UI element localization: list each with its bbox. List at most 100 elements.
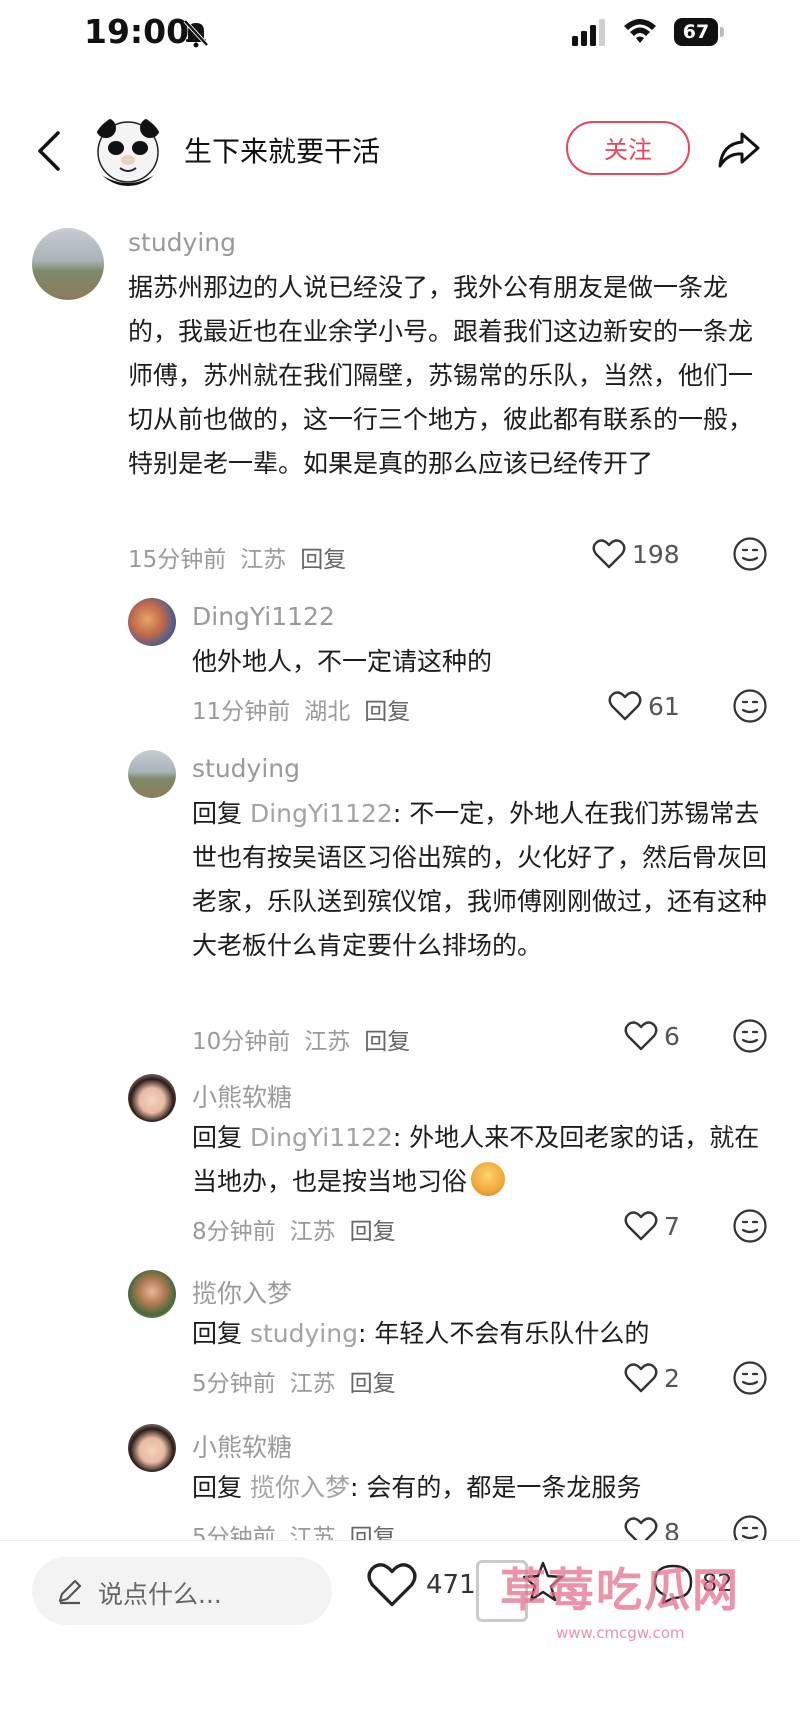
reply-item: DingYi1122 他外地人，不一定请这种的 11分钟前 湖北 回复 61 xyxy=(0,598,800,738)
like-count: 7 xyxy=(664,1211,680,1241)
post-header: 生下来就要干活 关注 xyxy=(0,110,800,190)
reply-target-user[interactable]: studying xyxy=(250,1319,358,1348)
heart-icon xyxy=(608,691,642,721)
reply-button[interactable]: 回复 xyxy=(350,1371,396,1397)
author-avatar[interactable] xyxy=(92,114,164,186)
reply-item: 小熊软糖 回复 DingYi1122: 外地人来不及回老家的话，就在当地办，也是… xyxy=(0,1074,800,1246)
comment-username[interactable]: 小熊软糖 xyxy=(192,1428,292,1464)
emoji-reaction-icon[interactable] xyxy=(732,1208,768,1244)
comment-text[interactable]: 他外地人，不一定请这种的 xyxy=(192,640,772,684)
status-bar: 19:00 67 xyxy=(0,0,800,70)
like-count: 2 xyxy=(664,1363,680,1393)
pencil-icon xyxy=(58,1579,82,1605)
emoji-reaction-icon[interactable] xyxy=(732,1018,768,1054)
emoji-reaction-icon[interactable] xyxy=(732,1514,768,1540)
back-arrow-icon[interactable] xyxy=(34,130,64,172)
battery-indicator: 67 xyxy=(674,18,724,46)
comment-username[interactable]: 揽你入梦 xyxy=(192,1274,292,1310)
comment-text[interactable]: 回复 DingYi1122: 不一定，外地人在我们苏锡常去世也有按吴语区习俗出殡… xyxy=(192,792,772,968)
heart-icon xyxy=(624,1517,658,1540)
reply-prefix: 回复 xyxy=(192,799,243,828)
post-like-count: 471 xyxy=(426,1570,476,1600)
comment-location: 江苏 xyxy=(289,1371,336,1397)
collect-star-icon[interactable] xyxy=(520,1559,566,1605)
reply-button[interactable]: 回复 xyxy=(364,1029,410,1055)
like-count: 61 xyxy=(648,691,680,721)
comment-text[interactable]: 据苏州那边的人说已经没了，我外公有朋友是做一条龙的，我最近也在业余学小号。跟着我… xyxy=(128,266,768,486)
input-placeholder: 说点什么... xyxy=(98,1580,222,1609)
comment-input[interactable]: 说点什么... xyxy=(32,1557,332,1625)
user-avatar[interactable] xyxy=(128,1074,176,1122)
like-button[interactable]: 8 xyxy=(624,1514,680,1540)
comment-item: studying 据苏州那边的人说已经没了，我外公有朋友是做一条龙的，我最近也在… xyxy=(0,220,800,590)
emoji-reaction-icon[interactable] xyxy=(732,1360,768,1396)
share-icon[interactable] xyxy=(716,128,762,172)
reply-target-user[interactable]: DingYi1122 xyxy=(250,1123,393,1152)
like-button[interactable]: 61 xyxy=(608,688,680,724)
bottom-action-bar: 说点什么... 471 82 xyxy=(0,1540,800,1709)
like-button[interactable]: 2 xyxy=(624,1360,680,1396)
comment-username[interactable]: studying xyxy=(192,754,300,783)
heart-icon xyxy=(592,539,626,569)
like-button[interactable]: 198 xyxy=(592,536,680,572)
comment-time: 11分钟前 xyxy=(192,699,291,725)
author-name[interactable]: 生下来就要干活 xyxy=(184,130,380,170)
comment-location: 江苏 xyxy=(289,1525,336,1540)
heart-icon xyxy=(624,1021,658,1051)
user-avatar[interactable] xyxy=(128,1270,176,1318)
reply-button[interactable]: 回复 xyxy=(350,1525,396,1540)
comment-time: 15分钟前 xyxy=(128,547,227,573)
like-count: 198 xyxy=(632,539,680,569)
reply-button[interactable]: 回复 xyxy=(300,547,346,573)
reply-target-user[interactable]: DingYi1122 xyxy=(250,799,393,828)
follow-button[interactable]: 关注 xyxy=(566,121,690,175)
like-button[interactable]: 7 xyxy=(624,1208,680,1244)
emoji-sticker-icon xyxy=(471,1162,506,1196)
reply-prefix: 回复 xyxy=(192,1123,243,1152)
reply-body: : 年轻人不会有乐队什么的 xyxy=(357,1319,650,1348)
heart-icon xyxy=(367,1563,417,1607)
reply-target-user[interactable]: 揽你入梦 xyxy=(250,1473,350,1502)
like-count: 6 xyxy=(664,1021,680,1051)
comment-time: 5分钟前 xyxy=(192,1371,276,1397)
reply-button[interactable]: 回复 xyxy=(350,1219,396,1245)
cellular-signal-icon xyxy=(572,19,605,46)
comment-meta: 15分钟前 江苏 回复 xyxy=(128,540,360,574)
like-button[interactable]: 6 xyxy=(624,1018,680,1054)
user-avatar[interactable] xyxy=(128,750,176,798)
comment-time: 10分钟前 xyxy=(192,1029,291,1055)
comment-meta: 10分钟前 江苏 回复 xyxy=(192,1022,424,1056)
reply-item: studying 回复 DingYi1122: 不一定，外地人在我们苏锡常去世也… xyxy=(0,750,800,1055)
comment-time: 5分钟前 xyxy=(192,1525,276,1540)
reply-prefix: 回复 xyxy=(192,1319,243,1348)
comment-meta: 5分钟前 江苏 回复 xyxy=(192,1364,410,1398)
reply-button[interactable]: 回复 xyxy=(364,699,410,725)
user-avatar[interactable] xyxy=(128,598,176,646)
bell-off-icon xyxy=(183,19,209,48)
post-like-button[interactable]: 471 xyxy=(366,1561,476,1609)
emoji-reaction-icon[interactable] xyxy=(732,536,768,572)
reply-prefix: 回复 xyxy=(192,1473,243,1502)
comment-time: 8分钟前 xyxy=(192,1219,276,1245)
comment-location: 江苏 xyxy=(304,1029,351,1055)
reply-item: 揽你入梦 回复 studying: 年轻人不会有乐队什么的 5分钟前 江苏 回复 2 xyxy=(0,1270,800,1400)
battery-cap xyxy=(720,27,724,37)
comment-text[interactable]: 回复 studying: 年轻人不会有乐队什么的 xyxy=(192,1312,772,1356)
comment-username[interactable]: DingYi1122 xyxy=(192,602,335,631)
comment-username[interactable]: 小熊软糖 xyxy=(192,1078,292,1114)
panda-face-icon xyxy=(96,118,160,186)
user-avatar[interactable] xyxy=(128,1424,176,1472)
comment-bubble-icon[interactable] xyxy=(650,1561,696,1607)
post-comment-count: 82 xyxy=(702,1569,733,1597)
user-avatar[interactable] xyxy=(32,228,104,300)
comment-location: 江苏 xyxy=(240,547,287,573)
emoji-reaction-icon[interactable] xyxy=(732,688,768,724)
comment-text[interactable]: 回复 DingYi1122: 外地人来不及回老家的话，就在当地办，也是按当地习俗 xyxy=(192,1116,772,1204)
comment-text[interactable]: 回复 揽你入梦: 会有的，都是一条龙服务 xyxy=(192,1466,772,1510)
reply-item: 小熊软糖 回复 揽你入梦: 会有的，都是一条龙服务 5分钟前 江苏 回复 8 xyxy=(0,1424,800,1540)
comment-meta: 8分钟前 江苏 回复 xyxy=(192,1212,410,1246)
battery-level: 67 xyxy=(674,18,718,46)
heart-icon xyxy=(624,1363,658,1393)
comment-username[interactable]: studying xyxy=(128,228,236,257)
comment-location: 江苏 xyxy=(289,1219,336,1245)
